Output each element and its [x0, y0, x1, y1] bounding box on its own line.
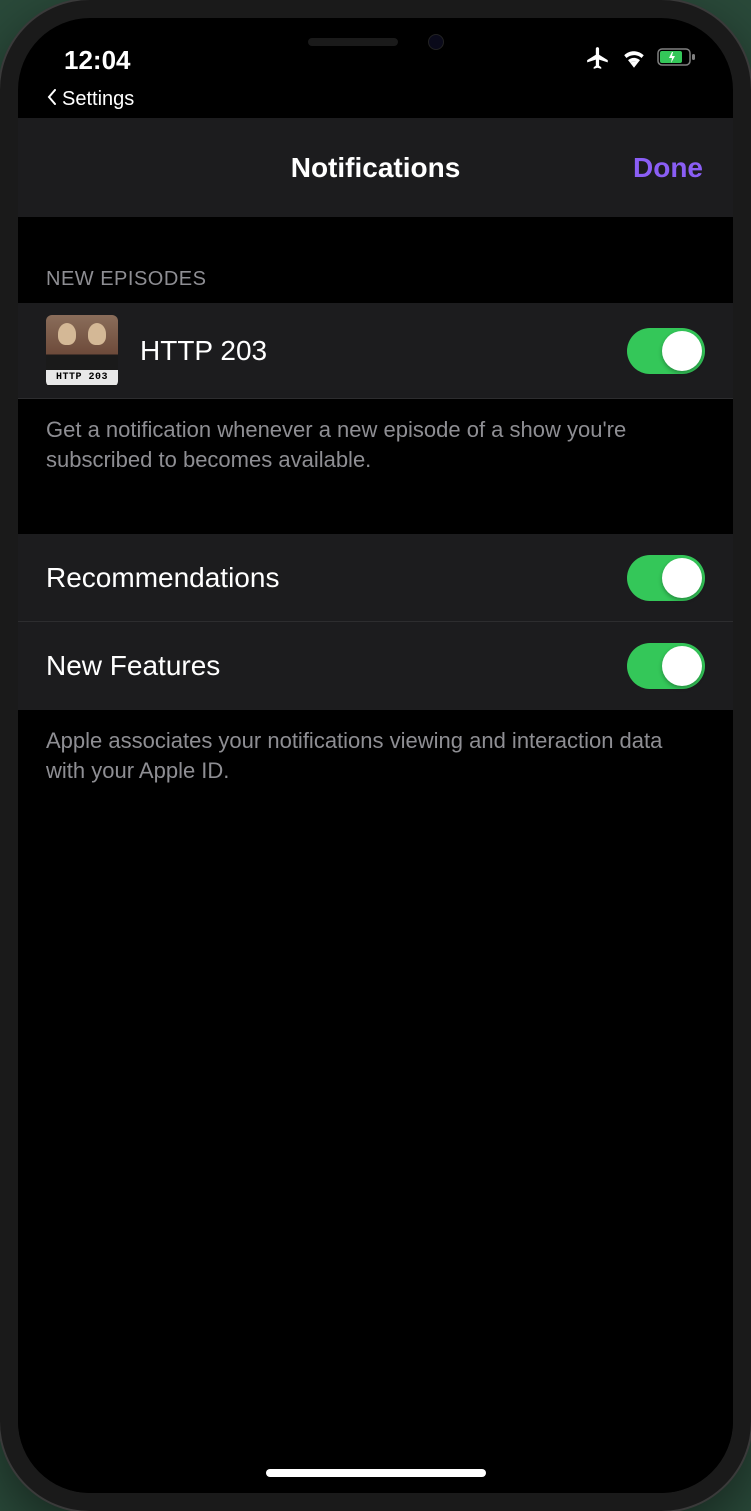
back-label: Settings [62, 88, 134, 111]
speaker [308, 38, 398, 46]
screen: 12:04 Settings Notifications Done [18, 18, 733, 1493]
podcast-row-http203[interactable]: HTTP 203 [18, 303, 733, 399]
front-camera [428, 34, 444, 50]
nav-bar: Notifications Done [18, 118, 733, 218]
toggle-knob [662, 558, 702, 598]
content-area[interactable]: NEW EPISODES HTTP 203 Get a notification… [18, 218, 733, 1493]
new-features-label: New Features [46, 650, 627, 682]
chevron-left-icon [46, 88, 58, 111]
toggle-knob [662, 646, 702, 686]
airplane-mode-icon [585, 45, 611, 76]
general-group: Recommendations New Features [18, 534, 733, 710]
row-new-features[interactable]: New Features [18, 622, 733, 710]
section-footer-general: Apple associates your notifications view… [18, 710, 733, 785]
wifi-icon [621, 48, 647, 73]
status-time: 12:04 [64, 45, 131, 76]
home-indicator[interactable] [266, 1469, 486, 1477]
toggle-recommendations[interactable] [627, 555, 705, 601]
phone-frame: 12:04 Settings Notifications Done [0, 0, 751, 1511]
status-icons [585, 45, 697, 76]
row-recommendations[interactable]: Recommendations [18, 534, 733, 622]
toggle-http203-notifications[interactable] [627, 328, 705, 374]
recommendations-label: Recommendations [46, 562, 627, 594]
section-header-new-episodes: NEW EPISODES [18, 218, 733, 303]
podcast-title: HTTP 203 [140, 335, 627, 367]
battery-charging-icon [657, 48, 697, 73]
done-button[interactable]: Done [633, 152, 703, 184]
toggle-knob [662, 331, 702, 371]
toggle-new-features[interactable] [627, 643, 705, 689]
podcast-thumbnail [46, 315, 118, 387]
page-title: Notifications [291, 152, 461, 184]
section-footer-new-episodes: Get a notification whenever a new episod… [18, 399, 733, 474]
back-to-settings-link[interactable]: Settings [46, 88, 134, 111]
notch [221, 18, 531, 66]
